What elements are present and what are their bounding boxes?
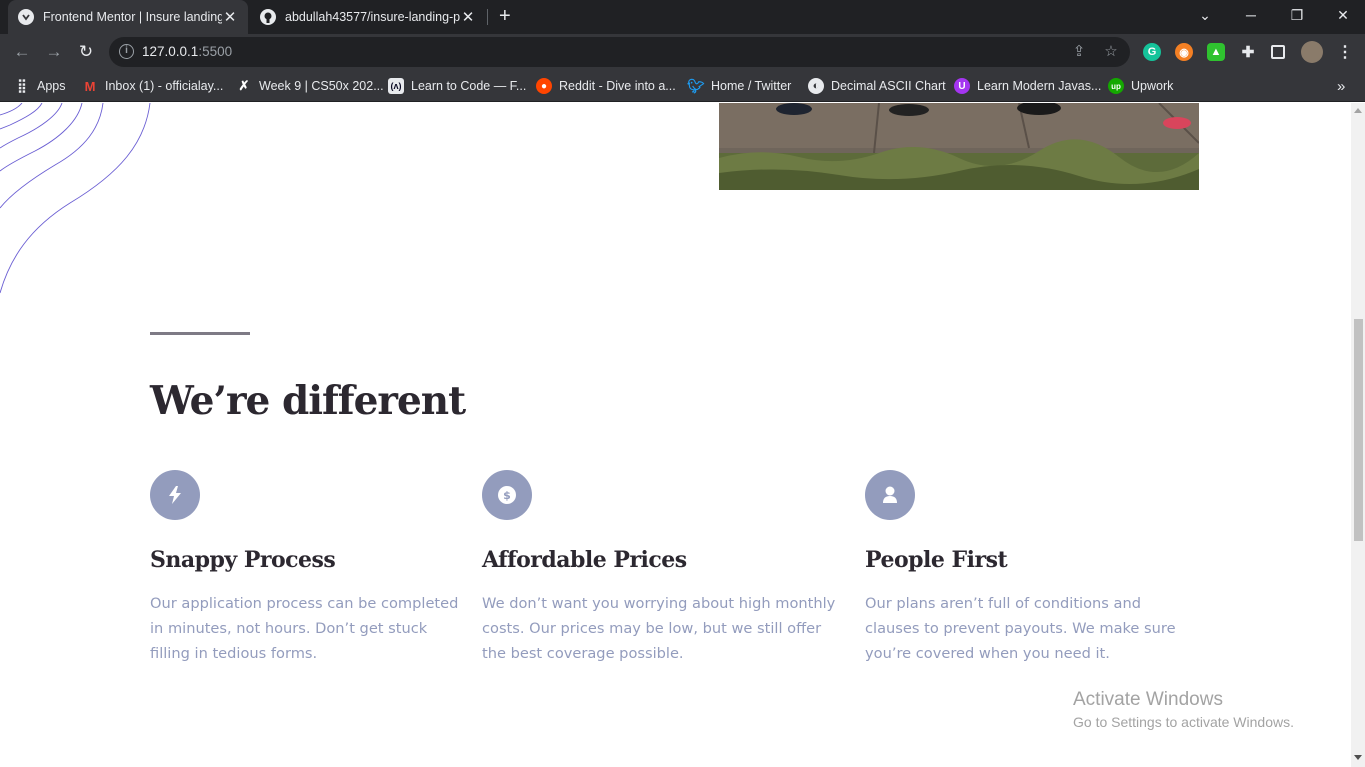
decorative-wave-pattern	[0, 103, 151, 294]
feature-affordable-prices: $ Affordable Prices We don’t want you wo…	[482, 470, 842, 666]
bookmark-label: Inbox (1) - officialay...	[105, 79, 224, 93]
bookmark-twitter[interactable]: 🐦︎ Home / Twitter	[687, 76, 792, 96]
gmail-icon: M	[84, 78, 96, 94]
bookmark-cs50[interactable]: ✗ Week 9 | CS50x 202...	[236, 76, 384, 96]
scrollbar-thumb[interactable]	[1354, 319, 1363, 541]
twitter-icon: 🐦︎	[687, 77, 705, 94]
apps-grid-icon: ⣿	[17, 78, 27, 93]
section-divider	[150, 332, 250, 335]
udemy-icon: U	[954, 78, 970, 94]
extensions-puzzle-icon[interactable]: ✚	[1239, 43, 1257, 61]
bookmark-label: Week 9 | CS50x 202...	[259, 79, 384, 93]
bookmark-upwork[interactable]: up Upwork	[1108, 76, 1173, 96]
bookmark-label: Learn to Code — F...	[411, 79, 527, 93]
browser-toolbar: ← → ↻ i 127.0.0.1:5500 ⇪ ☆ G ◉ ▲ ✚ ⋮	[0, 34, 1365, 70]
section-heading: We’re different	[150, 378, 466, 424]
bookmark-label: Reddit - Dive into a...	[559, 79, 676, 93]
tab-github[interactable]: abdullah43577/insure-landing-page ✕	[250, 0, 486, 34]
profile-avatar[interactable]	[1301, 41, 1323, 63]
globe-icon: ◐	[808, 78, 824, 94]
address-bar[interactable]: i 127.0.0.1:5500 ⇪ ☆	[109, 37, 1130, 67]
menu-kebab-icon[interactable]: ⋮	[1336, 43, 1354, 61]
bookmark-label: Decimal ASCII Chart	[831, 79, 946, 93]
feature-people-first: People First Our plans aren’t full of co…	[865, 470, 1200, 666]
feature-title: Affordable Prices	[482, 547, 687, 573]
person-icon	[865, 470, 915, 520]
back-arrow-icon[interactable]: ←	[11, 41, 33, 63]
url-host: 127.0.0.1	[142, 44, 199, 59]
feature-description: Our application process can be completed…	[150, 595, 459, 662]
new-tab-button[interactable]: +	[499, 5, 511, 28]
bookmark-udemy[interactable]: U Learn Modern Javas...	[954, 76, 1101, 96]
frontend-mentor-favicon-icon	[18, 9, 34, 25]
freecodecamp-icon: (ʌ)	[388, 78, 404, 94]
page-scrollbar[interactable]	[1351, 103, 1365, 767]
reddit-icon: ●	[536, 78, 552, 94]
bookmark-label: Apps	[37, 79, 66, 93]
feature-description: We don’t want you worrying about high mo…	[482, 595, 836, 662]
bookmark-apps[interactable]: ⣿ Apps	[14, 76, 66, 96]
feature-snappy-process: Snappy Process Our application process c…	[150, 470, 465, 666]
bookmark-label: Upwork	[1131, 79, 1174, 93]
bookmark-reddit[interactable]: ● Reddit - Dive into a...	[536, 76, 676, 96]
feature-description: Our plans aren’t full of conditions and …	[865, 595, 1176, 662]
watermark-subtitle: Go to Settings to activate Windows.	[1073, 714, 1294, 730]
minimize-button[interactable]: ─	[1228, 0, 1274, 30]
feature-title: People First	[865, 547, 1008, 573]
bookmarks-overflow-icon[interactable]: »	[1337, 76, 1345, 96]
bookmark-ascii-chart[interactable]: ◐ Decimal ASCII Chart	[808, 76, 946, 96]
grammarly-extension-icon[interactable]: G	[1143, 43, 1161, 61]
side-panel-icon[interactable]	[1271, 45, 1285, 59]
feature-title: Snappy Process	[150, 547, 336, 573]
bookmark-star-icon[interactable]: ☆	[1102, 43, 1120, 61]
watermark-title: Activate Windows	[1073, 689, 1223, 710]
bookmark-gmail[interactable]: M Inbox (1) - officialay...	[82, 76, 224, 96]
tab-close-icon[interactable]: ✕	[222, 8, 238, 26]
scroll-down-icon[interactable]	[1354, 755, 1362, 760]
bookmarks-bar: ⣿ Apps M Inbox (1) - officialay... ✗ Wee…	[0, 70, 1365, 102]
bookmark-label: Home / Twitter	[711, 79, 792, 93]
upwork-icon: up	[1108, 78, 1124, 94]
green-extension-icon[interactable]: ▲	[1207, 43, 1225, 61]
tab-title: Frontend Mentor | Insure landing page	[43, 10, 222, 24]
site-info-icon[interactable]: i	[119, 44, 134, 59]
window-close-button[interactable]: ✕	[1320, 0, 1365, 30]
x-icon: ✗	[238, 78, 250, 93]
svg-text:$: $	[503, 489, 511, 502]
tab-close-icon[interactable]: ✕	[460, 8, 476, 26]
lightning-icon	[150, 470, 200, 520]
restore-button[interactable]: ❐	[1274, 0, 1320, 30]
scroll-up-icon[interactable]	[1354, 108, 1362, 113]
tab-strip: Frontend Mentor | Insure landing page ✕ …	[0, 0, 1365, 34]
bookmark-label: Learn Modern Javas...	[977, 79, 1102, 93]
tab-search-icon[interactable]: ⌄	[1182, 0, 1228, 30]
rss-extension-icon[interactable]: ◉	[1175, 43, 1193, 61]
windows-activation-watermark: Activate Windows Go to Settings to activ…	[1073, 689, 1294, 730]
hero-photo	[719, 103, 1199, 190]
dollar-coin-icon: $	[482, 470, 532, 520]
reload-icon[interactable]: ↻	[75, 41, 97, 63]
tab-separator	[487, 9, 488, 25]
url-text: 127.0.0.1:5500	[142, 44, 232, 59]
share-icon[interactable]: ⇪	[1070, 43, 1088, 61]
tab-frontend-mentor[interactable]: Frontend Mentor | Insure landing page ✕	[8, 0, 248, 34]
github-icon	[260, 9, 276, 25]
url-port: :5500	[198, 44, 233, 59]
forward-arrow-icon[interactable]: →	[43, 41, 65, 63]
page-viewport: We’re different Snappy Process Our appli…	[0, 103, 1351, 767]
tab-title: abdullah43577/insure-landing-page	[285, 10, 460, 24]
bookmark-freecodecamp[interactable]: (ʌ) Learn to Code — F...	[388, 76, 526, 96]
hero-photo-image	[719, 103, 1199, 190]
